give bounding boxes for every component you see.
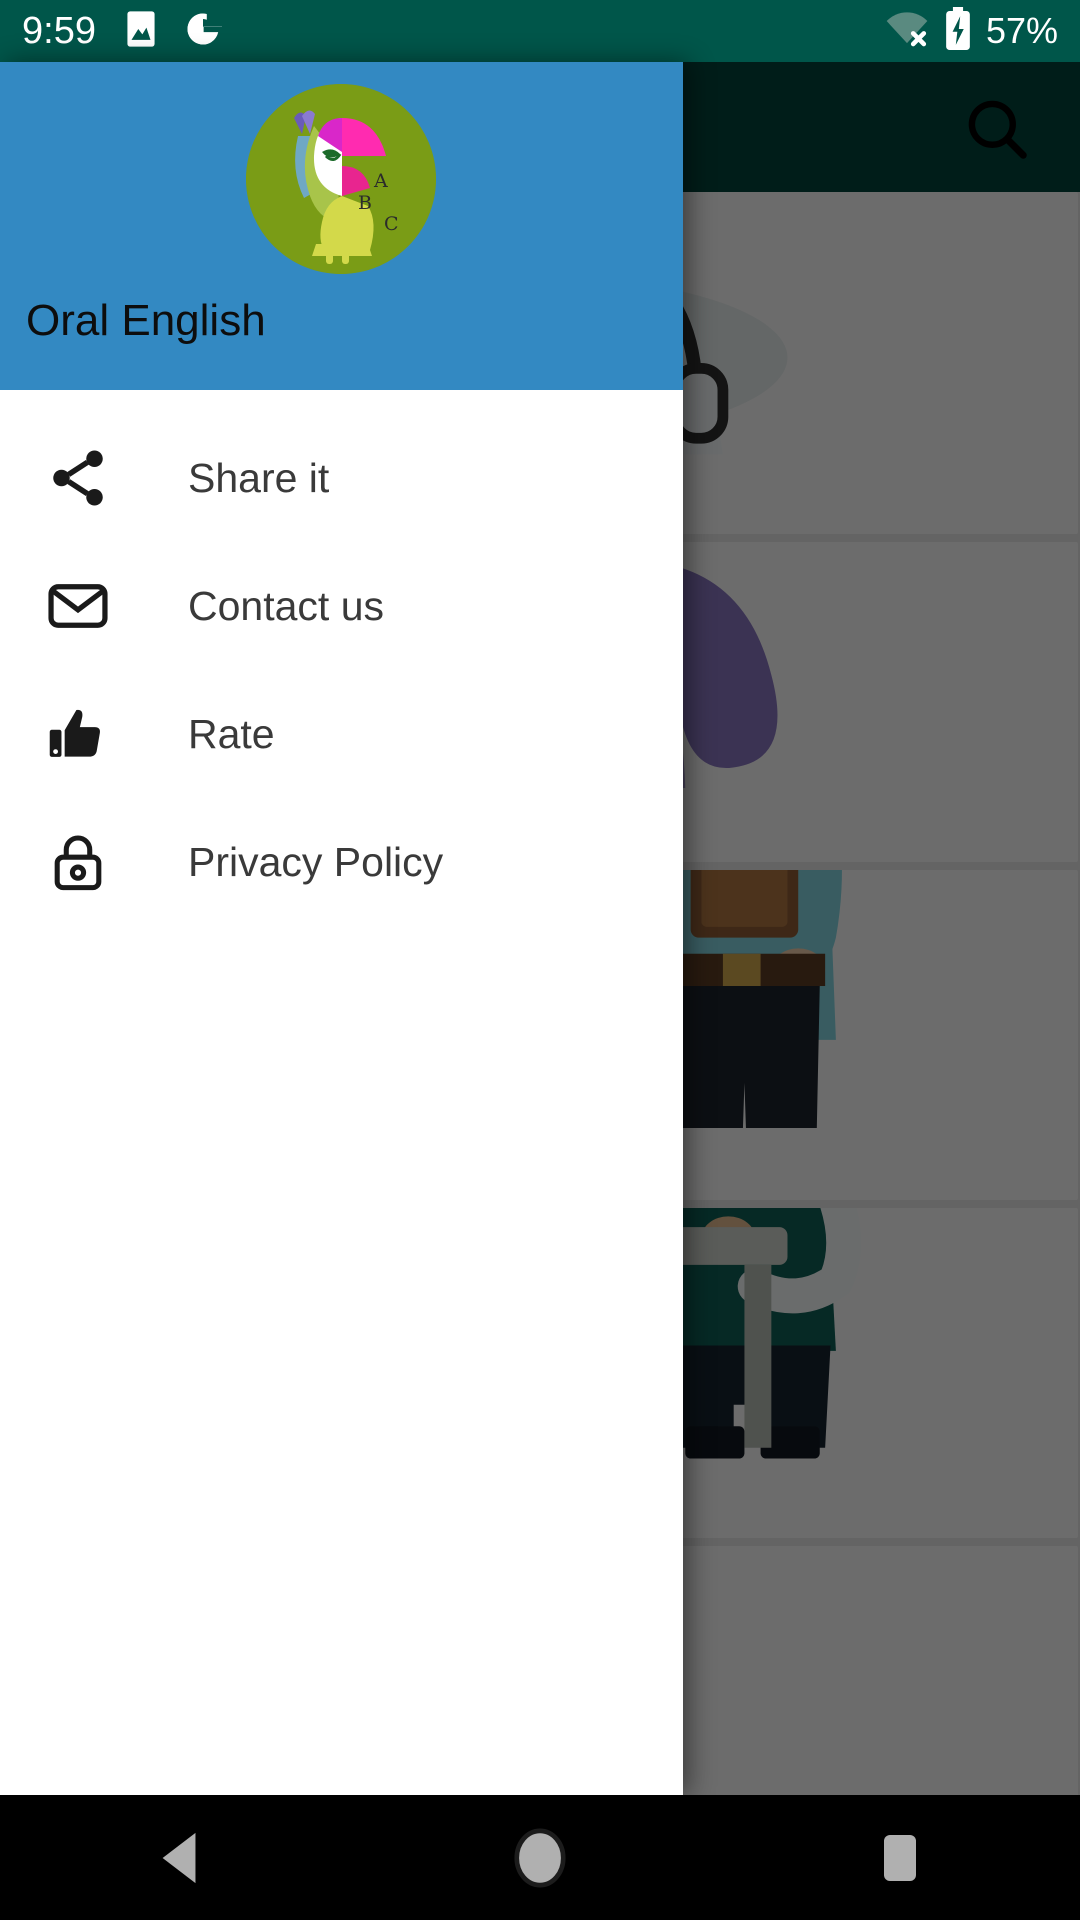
system-nav-bar bbox=[0, 1795, 1080, 1920]
status-left-icons bbox=[124, 10, 223, 53]
drawer-item-label: Rate bbox=[188, 710, 275, 757]
home-circle-icon[interactable] bbox=[480, 1798, 600, 1918]
google-g-icon bbox=[184, 10, 223, 53]
thumbs-up-icon bbox=[34, 690, 122, 778]
drawer-item-label: Contact us bbox=[188, 582, 384, 629]
svg-text:B: B bbox=[358, 192, 372, 214]
drawer-item-privacy-policy[interactable]: Privacy Policy bbox=[0, 798, 683, 926]
svg-text:A: A bbox=[373, 170, 388, 192]
drawer-menu: Share it Contact us Rate Privacy Policy bbox=[0, 390, 683, 926]
drawer-app-name: Oral English bbox=[26, 296, 266, 345]
navigation-drawer: A B C Oral English Share it Contact us R… bbox=[0, 62, 683, 1795]
svg-text:C: C bbox=[384, 213, 399, 235]
drawer-item-label: Privacy Policy bbox=[188, 838, 444, 885]
status-right-icons: 57% bbox=[884, 6, 1058, 56]
recents-square-icon[interactable] bbox=[840, 1798, 960, 1918]
image-icon bbox=[124, 10, 158, 53]
share-icon bbox=[34, 434, 122, 522]
status-bar: 9:59 57% bbox=[0, 0, 1080, 62]
battery-charging-icon bbox=[944, 6, 972, 56]
lock-icon bbox=[34, 818, 122, 906]
drawer-item-rate[interactable]: Rate bbox=[0, 670, 683, 798]
status-time: 9:59 bbox=[22, 10, 96, 52]
drawer-item-share-it[interactable]: Share it bbox=[0, 414, 683, 542]
back-triangle-icon[interactable] bbox=[120, 1798, 240, 1918]
envelope-icon bbox=[34, 562, 122, 650]
battery-percent: 57% bbox=[985, 10, 1058, 51]
drawer-item-contact-us[interactable]: Contact us bbox=[0, 542, 683, 670]
drawer-header: A B C Oral English bbox=[0, 62, 683, 390]
parrot-logo-icon: A B C bbox=[246, 84, 436, 274]
drawer-item-label: Share it bbox=[188, 454, 330, 501]
wifi-off-icon bbox=[884, 11, 930, 52]
